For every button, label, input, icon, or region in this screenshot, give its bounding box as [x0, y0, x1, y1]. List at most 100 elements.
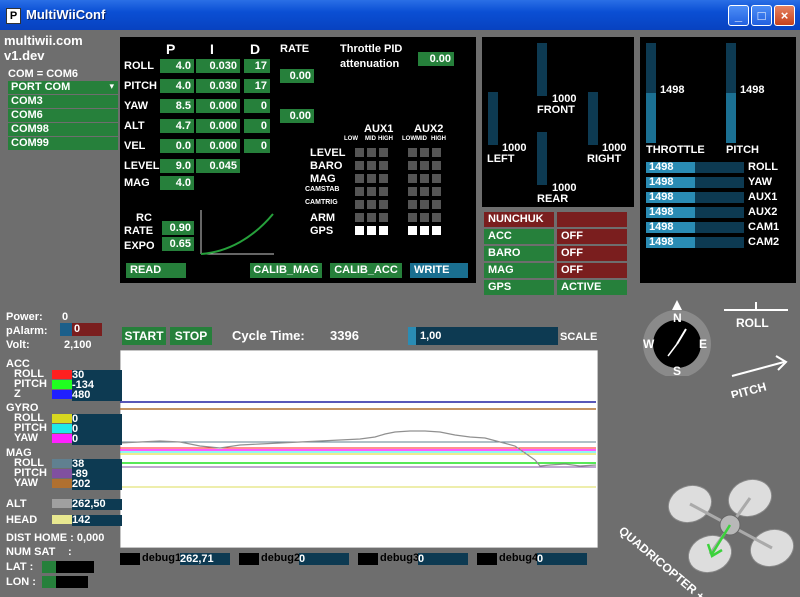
sensor-mag-pitch-swatch[interactable] [52, 469, 72, 478]
aux-checkbox-baro-5[interactable] [432, 161, 441, 170]
throttle-pid-value[interactable]: 0.00 [418, 52, 454, 66]
aux-checkbox-gps-3[interactable] [408, 226, 417, 235]
aux-checkbox-gps-5[interactable] [432, 226, 441, 235]
aux-checkbox-camstab-5[interactable] [432, 187, 441, 196]
start-button[interactable]: START [122, 327, 166, 345]
pid-pitch-p[interactable]: 4.0 [160, 79, 194, 93]
pitch-label: PITCH [729, 380, 767, 398]
pid-yaw-d[interactable]: 0 [244, 99, 270, 113]
aux-checkbox-camtrig-4[interactable] [420, 200, 429, 209]
aux-checkbox-baro-0[interactable] [355, 161, 364, 170]
aux-checkbox-camtrig-2[interactable] [379, 200, 388, 209]
pid-roll-p[interactable]: 4.0 [160, 59, 194, 73]
pid-roll-rate[interactable]: 0.00 [280, 69, 314, 83]
pid-mag-p[interactable]: 4.0 [160, 176, 194, 190]
calib-mag-button[interactable]: CALIB_MAG [250, 263, 322, 278]
aux-checkbox-level-4[interactable] [420, 148, 429, 157]
aux-checkbox-gps-0[interactable] [355, 226, 364, 235]
rc-expo-value[interactable]: 0.65 [162, 237, 194, 251]
aux-checkbox-arm-0[interactable] [355, 213, 364, 222]
aux-row-label: CAMTRIG [305, 199, 338, 206]
aux-checkbox-arm-3[interactable] [408, 213, 417, 222]
sensor-gyro-roll-swatch[interactable] [52, 414, 72, 423]
scale-slider[interactable]: 1,00 [408, 327, 558, 345]
aux-checkbox-camtrig-0[interactable] [355, 200, 364, 209]
aux-checkbox-camstab-0[interactable] [355, 187, 364, 196]
debug3-swatch[interactable] [358, 553, 378, 565]
rc-rate-value[interactable]: 0.90 [162, 221, 194, 235]
aux-checkbox-camtrig-3[interactable] [408, 200, 417, 209]
aux-checkbox-level-2[interactable] [379, 148, 388, 157]
palarm-field[interactable]: 0 [60, 323, 102, 336]
aux-checkbox-mag-0[interactable] [355, 174, 364, 183]
aux-checkbox-arm-5[interactable] [432, 213, 441, 222]
pid-pitch-d[interactable]: 17 [244, 79, 270, 93]
aux-checkbox-gps-1[interactable] [367, 226, 376, 235]
aux-checkbox-gps-2[interactable] [379, 226, 388, 235]
aux-checkbox-mag-2[interactable] [379, 174, 388, 183]
sensor-acc-pitch-swatch[interactable] [52, 380, 72, 389]
calib-acc-button[interactable]: CALIB_ACC [330, 263, 402, 278]
stop-button[interactable]: STOP [170, 327, 212, 345]
pid-vel-d[interactable]: 0 [244, 139, 270, 153]
aux-checkbox-camtrig-5[interactable] [432, 200, 441, 209]
aux-checkbox-level-1[interactable] [367, 148, 376, 157]
debug2-swatch[interactable] [239, 553, 259, 565]
com-port-com99[interactable]: COM99 [8, 137, 118, 150]
pid-pitch-i[interactable]: 0.030 [196, 79, 240, 93]
aux-checkbox-baro-3[interactable] [408, 161, 417, 170]
pid-vel-p[interactable]: 0.0 [160, 139, 194, 153]
aux-checkbox-mag-1[interactable] [367, 174, 376, 183]
pid-alt-p[interactable]: 4.7 [160, 119, 194, 133]
sensor-status-gps: GPS [484, 280, 554, 295]
pid-roll-d[interactable]: 17 [244, 59, 270, 73]
aux-checkbox-level-5[interactable] [432, 148, 441, 157]
maximize-button[interactable]: □ [751, 5, 772, 26]
aux-checkbox-level-0[interactable] [355, 148, 364, 157]
port-com-dropdown[interactable]: PORT COM ▾ [8, 81, 118, 94]
write-button[interactable]: WRITE [410, 263, 468, 278]
aux-checkbox-camtrig-1[interactable] [367, 200, 376, 209]
com-port-com98[interactable]: COM98 [8, 123, 118, 136]
pid-roll-i[interactable]: 0.030 [196, 59, 240, 73]
sensor-mag-yaw-swatch[interactable] [52, 479, 72, 488]
sensor-gyro-pitch-swatch[interactable] [52, 424, 72, 433]
sensor-acc-z-swatch[interactable] [52, 390, 72, 399]
close-button[interactable]: × [774, 5, 795, 26]
aux-checkbox-arm-2[interactable] [379, 213, 388, 222]
aux-checkbox-mag-5[interactable] [432, 174, 441, 183]
aux-checkbox-camstab-3[interactable] [408, 187, 417, 196]
aux-checkbox-baro-1[interactable] [367, 161, 376, 170]
aux-checkbox-gps-4[interactable] [420, 226, 429, 235]
debug1-swatch[interactable] [120, 553, 140, 565]
pid-alt-d[interactable]: 0 [244, 119, 270, 133]
aux-checkbox-arm-1[interactable] [367, 213, 376, 222]
aux-checkbox-arm-4[interactable] [420, 213, 429, 222]
rc-channel-value: 1498 [649, 176, 674, 188]
aux-checkbox-level-3[interactable] [408, 148, 417, 157]
sensor-acc-roll-swatch[interactable] [52, 370, 72, 379]
pid-level-i[interactable]: 0.045 [196, 159, 240, 173]
sensor-gyro-yaw-swatch[interactable] [52, 434, 72, 443]
aux-checkbox-camstab-2[interactable] [379, 187, 388, 196]
pid-vel-i[interactable]: 0.000 [196, 139, 240, 153]
read-button[interactable]: READ [126, 263, 186, 278]
debug4-swatch[interactable] [477, 553, 497, 565]
pid-yaw-p[interactable]: 8.5 [160, 99, 194, 113]
aux-checkbox-camstab-1[interactable] [367, 187, 376, 196]
sensor-head-swatch[interactable] [52, 515, 72, 524]
sensor-alt-swatch[interactable] [52, 499, 72, 508]
aux-checkbox-baro-4[interactable] [420, 161, 429, 170]
aux-checkbox-mag-4[interactable] [420, 174, 429, 183]
pid-alt-i[interactable]: 0.000 [196, 119, 240, 133]
aux-checkbox-camstab-4[interactable] [420, 187, 429, 196]
com-port-com3[interactable]: COM3 [8, 95, 118, 108]
aux-checkbox-mag-3[interactable] [408, 174, 417, 183]
minimize-button[interactable]: _ [728, 5, 749, 26]
sensor-mag-roll-swatch[interactable] [52, 459, 72, 468]
pid-level-p[interactable]: 9.0 [160, 159, 194, 173]
aux-checkbox-baro-2[interactable] [379, 161, 388, 170]
pid-yaw-i[interactable]: 0.000 [196, 99, 240, 113]
pid-yaw-rate[interactable]: 0.00 [280, 109, 314, 123]
com-port-com6[interactable]: COM6 [8, 109, 118, 122]
